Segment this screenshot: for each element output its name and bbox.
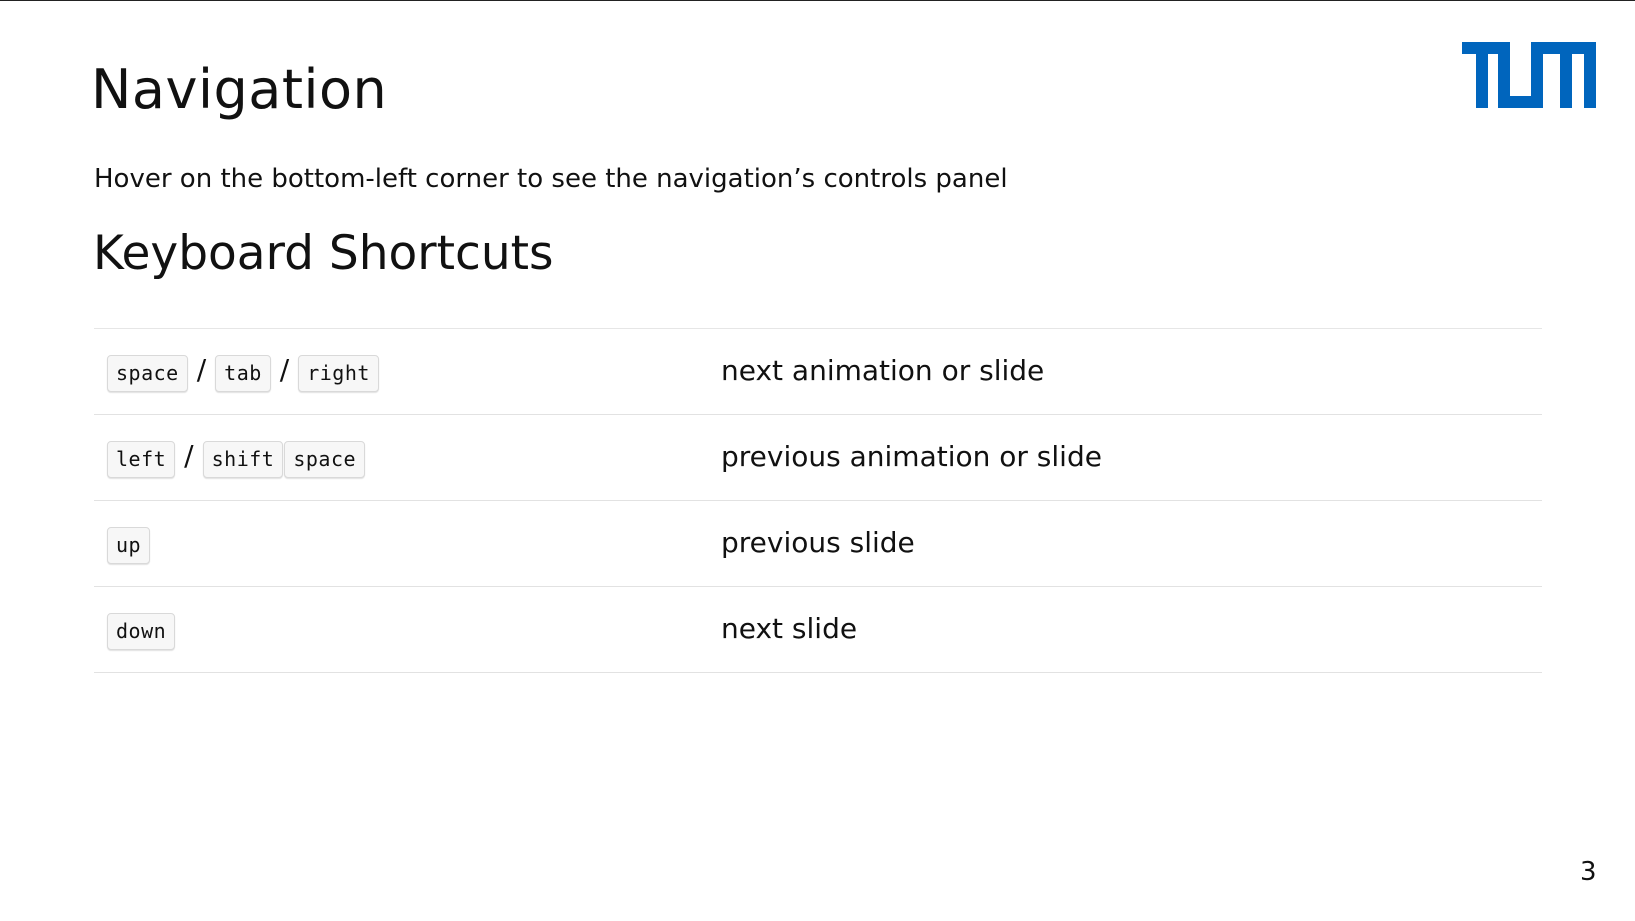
key-separator: / <box>184 439 194 472</box>
page-number: 3 <box>1580 857 1597 887</box>
key-cap: up <box>107 527 151 564</box>
key-separator: / <box>279 353 290 386</box>
shortcut-table: space / tab / right next animation or sl… <box>94 328 1542 673</box>
shortcut-description: next slide <box>721 611 858 645</box>
key-cap: space <box>107 355 188 392</box>
key-cap: tab <box>215 355 271 392</box>
shortcut-description: previous slide <box>721 525 915 559</box>
shortcut-row: up previous slide <box>94 501 1542 587</box>
key-cap: space <box>284 441 366 478</box>
tum-logo <box>1462 42 1596 108</box>
top-rule <box>0 0 1635 1</box>
key-cap: down <box>107 613 176 650</box>
shortcut-description: previous animation or slide <box>721 439 1102 473</box>
shortcut-description: next animation or slide <box>721 353 1045 387</box>
shortcut-keys: up <box>107 501 151 586</box>
shortcut-keys: down <box>107 587 176 672</box>
key-cap: shift <box>202 441 284 478</box>
shortcut-row: down next slide <box>94 587 1542 673</box>
key-cap: right <box>298 355 379 392</box>
slide-title: Navigation <box>91 58 388 121</box>
shortcut-row: space / tab / right next animation or sl… <box>94 329 1542 415</box>
shortcut-row: left / shift space previous animation or… <box>94 415 1542 501</box>
key-separator: / <box>196 353 207 386</box>
section-heading: Keyboard Shortcuts <box>93 226 554 281</box>
shortcut-keys: left / shift space <box>107 415 366 500</box>
intro-text: Hover on the bottom-left corner to see t… <box>94 164 1008 194</box>
key-cap: left <box>107 441 176 478</box>
shortcut-keys: space / tab / right <box>107 329 379 414</box>
